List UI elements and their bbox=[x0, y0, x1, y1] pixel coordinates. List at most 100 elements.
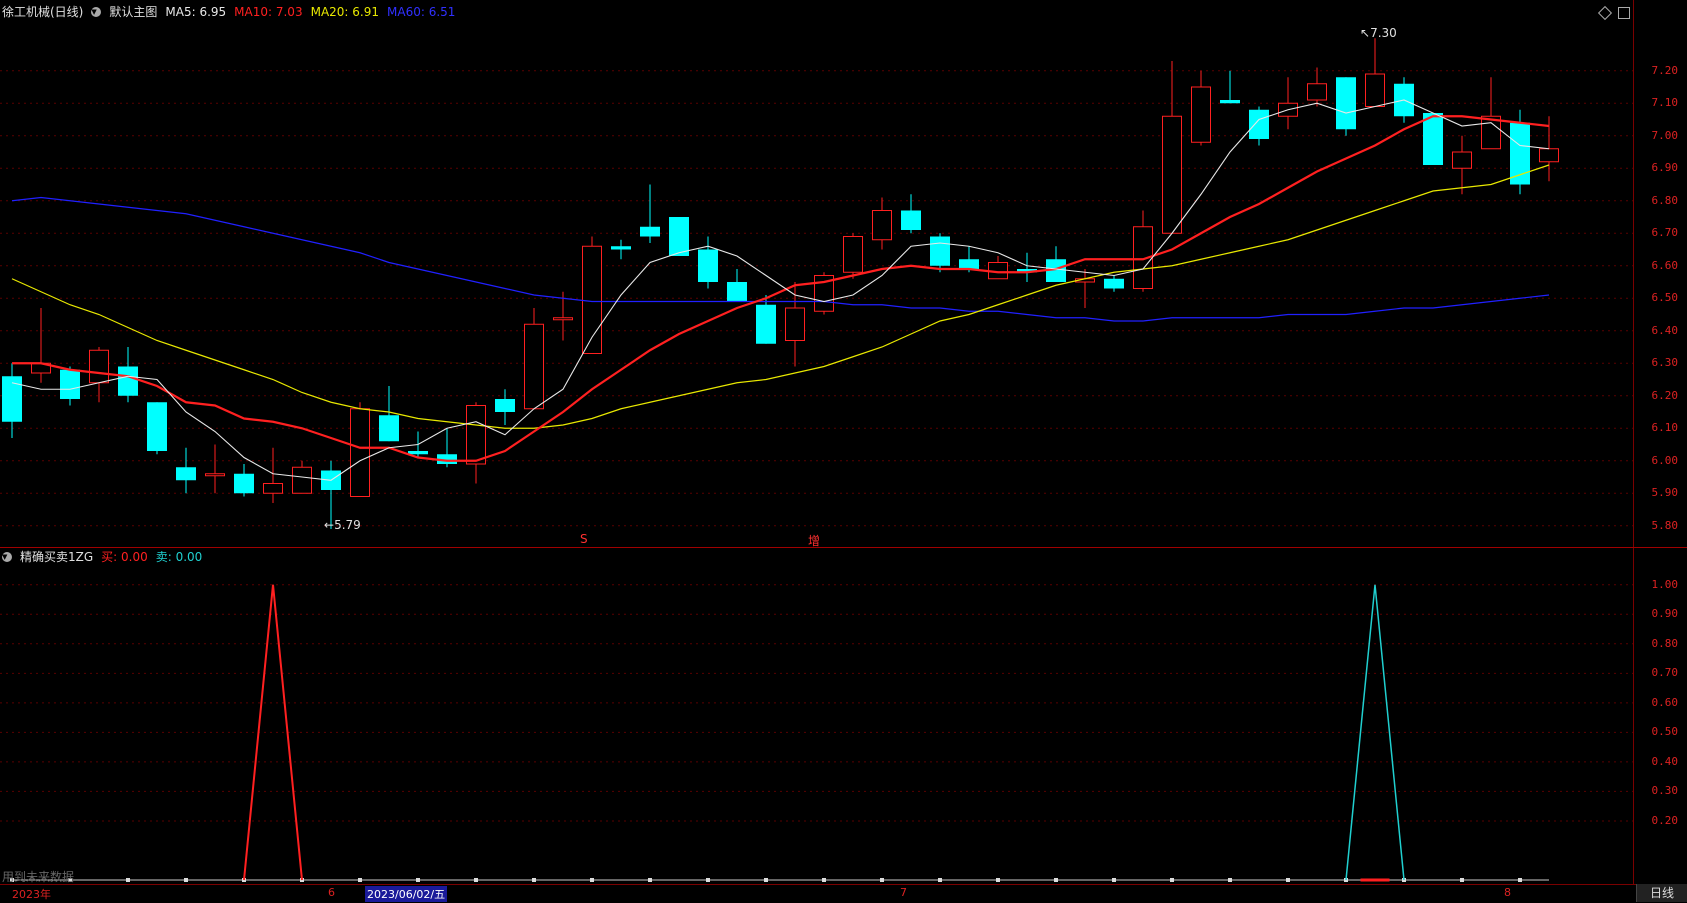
indicator-tick-label: 0.90 bbox=[1651, 607, 1679, 621]
month-8-label: 8 bbox=[1504, 886, 1511, 899]
candle-body bbox=[234, 473, 254, 494]
indicator-point bbox=[880, 878, 884, 882]
indicator-point bbox=[648, 878, 652, 882]
indicator-point bbox=[1460, 878, 1464, 882]
indicator-point bbox=[1170, 878, 1174, 882]
candle-body bbox=[1307, 83, 1327, 101]
candle-body bbox=[60, 369, 80, 399]
indicator-point bbox=[764, 878, 768, 882]
price-tick-label: 5.90 bbox=[1651, 486, 1679, 500]
price-tick-label: 5.80 bbox=[1651, 518, 1679, 532]
selected-date: 2023/06/02/五 bbox=[365, 886, 448, 902]
candle-body bbox=[1539, 148, 1559, 163]
price-tick-label: 6.40 bbox=[1651, 323, 1679, 337]
candle-body bbox=[640, 226, 660, 237]
indicator-tick-label: 1.00 bbox=[1651, 577, 1679, 591]
indicator-point bbox=[1286, 878, 1290, 882]
indicator-point bbox=[1228, 878, 1232, 882]
low-marker: ←5.79 bbox=[324, 518, 361, 532]
price-tick-label: 6.70 bbox=[1651, 226, 1679, 240]
future-data-watermark: 用到未来数据 bbox=[2, 870, 75, 884]
indicator-tick-label: 0.50 bbox=[1651, 725, 1679, 739]
candle-body bbox=[785, 307, 805, 341]
indicator-point bbox=[996, 878, 1000, 882]
indicator-point bbox=[1112, 878, 1116, 882]
price-tick-label: 6.20 bbox=[1651, 388, 1679, 402]
candle-body bbox=[1191, 86, 1211, 143]
indicator-tick-label: 0.20 bbox=[1651, 813, 1679, 827]
candle-body bbox=[350, 408, 370, 497]
candle-body bbox=[1162, 115, 1182, 234]
arrow-icon: ↖ bbox=[1360, 26, 1371, 40]
indicator-point bbox=[822, 878, 826, 882]
candle-body bbox=[727, 282, 747, 302]
candle-body bbox=[292, 466, 312, 494]
indicator-point bbox=[474, 878, 478, 882]
price-tick-label: 6.50 bbox=[1651, 291, 1679, 305]
month-6-label: 6 bbox=[328, 886, 335, 899]
candle-body bbox=[176, 467, 196, 481]
candle-body bbox=[756, 304, 776, 344]
indicator-point bbox=[184, 878, 188, 882]
arrow-icon: ← bbox=[324, 518, 335, 532]
indicator-point bbox=[706, 878, 710, 882]
price-tick-label: 7.10 bbox=[1651, 96, 1679, 110]
candle-body bbox=[959, 259, 979, 269]
date-axis bbox=[0, 884, 1687, 903]
candle-body bbox=[553, 317, 573, 321]
indicator-tick-label: 0.30 bbox=[1651, 784, 1679, 798]
ma60-line bbox=[11, 196, 1550, 322]
indicator-point bbox=[938, 878, 942, 882]
candle-body bbox=[495, 399, 515, 412]
candle-body bbox=[698, 249, 718, 282]
high-value: 7.30 bbox=[1370, 26, 1397, 40]
indicator-tick-label: 0.40 bbox=[1651, 754, 1679, 768]
low-value: 5.79 bbox=[334, 518, 361, 532]
candle-body bbox=[263, 483, 283, 494]
candle-body bbox=[147, 402, 167, 451]
candle-body bbox=[379, 415, 399, 442]
candle-body bbox=[901, 210, 921, 230]
price-tick-label: 7.20 bbox=[1651, 63, 1679, 77]
price-chart[interactable] bbox=[0, 0, 1633, 547]
indicator-tick-label: 0.70 bbox=[1651, 666, 1679, 680]
candle-body bbox=[408, 451, 428, 455]
indicator-point bbox=[358, 878, 362, 882]
candle-body bbox=[1249, 109, 1269, 139]
price-tick-label: 6.90 bbox=[1651, 161, 1679, 175]
price-tick-label: 6.80 bbox=[1651, 193, 1679, 207]
indicator-point bbox=[590, 878, 594, 882]
candle-body bbox=[1365, 73, 1385, 107]
indicator-point bbox=[1054, 878, 1058, 882]
high-marker: ↖7.30 bbox=[1360, 26, 1397, 40]
ma5-line bbox=[11, 99, 1550, 481]
candle-body bbox=[611, 246, 631, 250]
candle-body bbox=[843, 236, 863, 273]
price-tick-label: 6.60 bbox=[1651, 258, 1679, 272]
price-tick-label: 6.30 bbox=[1651, 356, 1679, 370]
candle-body bbox=[669, 217, 689, 256]
price-tick-label: 6.10 bbox=[1651, 421, 1679, 435]
indicator-point bbox=[532, 878, 536, 882]
candle-body bbox=[1452, 151, 1472, 169]
indicator-point bbox=[126, 878, 130, 882]
indicator-point bbox=[1518, 878, 1522, 882]
period-mode-button[interactable]: 日线 bbox=[1636, 884, 1687, 902]
indicator-axis: 1.00 0.90 0.80 0.70 0.60 0.50 0.40 0.30 0.20 bbox=[1633, 548, 1687, 884]
candle-body bbox=[1423, 113, 1443, 165]
year-label: 2023年 bbox=[12, 888, 51, 901]
candle-body bbox=[89, 349, 109, 384]
indicator-chart[interactable] bbox=[0, 548, 1633, 884]
ma20-line bbox=[11, 164, 1550, 429]
candle-body bbox=[1220, 100, 1240, 104]
month-7-label: 7 bbox=[900, 886, 907, 899]
candle-body bbox=[872, 210, 892, 241]
candle-body bbox=[205, 473, 225, 477]
candle-body bbox=[930, 236, 950, 266]
candle-body bbox=[1336, 77, 1356, 130]
candle-body bbox=[118, 366, 138, 396]
candle-body bbox=[524, 323, 544, 410]
candle-body bbox=[466, 405, 486, 465]
price-tick-label: 6.00 bbox=[1651, 453, 1679, 467]
event-marker-s[interactable]: S bbox=[580, 532, 588, 546]
